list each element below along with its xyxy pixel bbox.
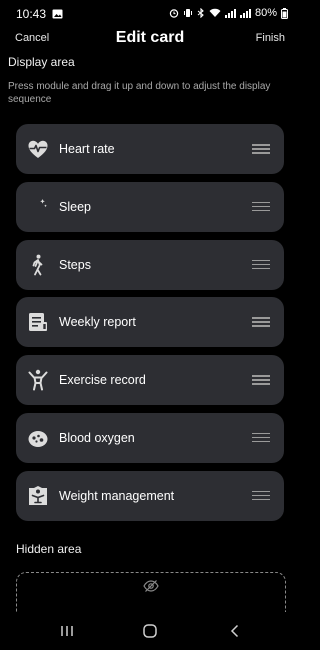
wifi-icon	[209, 8, 221, 18]
heart-rate-icon	[26, 137, 50, 161]
status-bar-left: 10:43	[16, 7, 63, 21]
home-icon[interactable]	[139, 621, 161, 641]
module-label: Sleep	[59, 199, 91, 214]
module-label: Heart rate	[59, 142, 115, 156]
battery-percentage: 80%	[254, 7, 277, 19]
status-bar: 10:43 80%	[0, 0, 300, 26]
hidden-area-dropzone[interactable]	[16, 572, 286, 613]
module-label: Exercise record	[59, 373, 146, 388]
walking-icon	[26, 253, 50, 277]
drag-handle-icon[interactable]	[252, 201, 270, 212]
vibrate-icon	[183, 8, 193, 18]
module-label: Weight management	[59, 488, 175, 503]
signal-icon	[224, 8, 236, 18]
module-blood-oxygen[interactable]: Blood oxygen	[16, 412, 284, 463]
signal-icon	[239, 8, 251, 18]
exercise-icon	[26, 368, 50, 392]
drag-handle-icon[interactable]	[252, 375, 270, 385]
display-area-title: Display area	[8, 55, 75, 69]
module-label: Weekly report	[59, 315, 136, 330]
drag-handle-icon[interactable]	[252, 432, 270, 443]
drag-handle-icon[interactable]	[252, 490, 270, 501]
drag-handle-icon[interactable]	[252, 144, 270, 154]
alarm-icon	[169, 8, 179, 18]
weight-icon	[26, 484, 50, 508]
module-heart-rate[interactable]: Heart rate	[16, 124, 284, 174]
battery-icon	[281, 7, 288, 19]
drag-handle-icon[interactable]	[252, 259, 270, 270]
module-weight-management[interactable]: Weight management	[16, 470, 284, 521]
back-icon[interactable]	[224, 621, 246, 641]
report-icon	[26, 310, 50, 334]
module-label: Steps	[59, 257, 91, 272]
module-sleep[interactable]: Sleep	[16, 181, 284, 232]
image-icon	[52, 9, 63, 19]
hidden-area-title: Hidden area	[16, 542, 82, 556]
display-area-description: Press module and drag it up and down to …	[8, 81, 271, 105]
module-exercise-record[interactable]: Exercise record	[16, 355, 284, 406]
module-steps[interactable]: Steps	[16, 239, 284, 290]
module-weekly-report[interactable]: Weekly report	[16, 297, 284, 348]
module-label: Blood oxygen	[59, 430, 135, 445]
status-bar-right: 80%	[169, 7, 288, 19]
header: Cancel Edit card Finish	[0, 26, 300, 52]
eye-off-icon	[143, 579, 159, 598]
status-time: 10:43	[16, 7, 47, 21]
drag-handle-icon[interactable]	[252, 317, 270, 327]
bluetooth-icon	[197, 8, 205, 18]
finish-button[interactable]: Finish	[256, 32, 285, 44]
module-list: Heart rate Sleep Steps Weekly report Exe…	[16, 124, 284, 529]
recent-apps-icon[interactable]	[56, 621, 78, 641]
moon-icon	[26, 195, 50, 219]
navigation-bar	[0, 612, 300, 650]
blood-oxygen-icon	[26, 426, 50, 450]
